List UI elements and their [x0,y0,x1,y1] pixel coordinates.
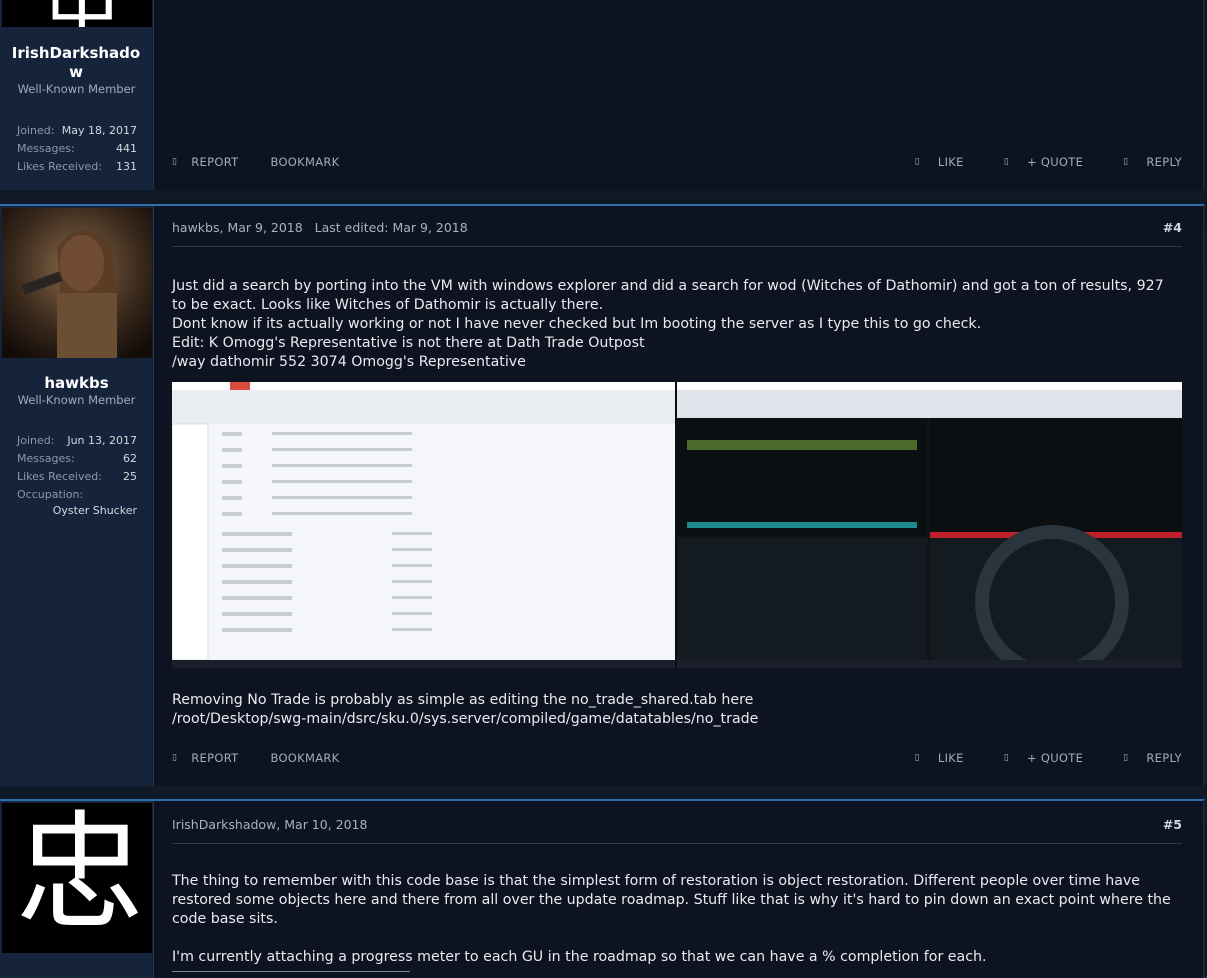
post-meta: IrishDarkshadow, Mar 10, 2018 #5 [172,815,1182,844]
post-5: 忠 IrishDarkshadow, Mar 10, 2018 #5 The t… [0,799,1205,978]
flag-icon: ▯ [172,753,178,763]
avatar-glyph: 忠 [15,803,144,948]
quote-icon: ▯ [1003,157,1009,167]
username[interactable]: IrishDarkshadow [11,44,141,82]
attached-screenshot[interactable] [172,382,1182,668]
stat-row-likes: Likes Received: 25 [17,470,137,483]
occupation-value: Oyster Shucker [52,504,137,517]
avatar[interactable]: 忠 [2,0,152,27]
report-button[interactable]: ▯ REPORT [172,155,253,169]
username[interactable]: hawkbs [0,374,153,393]
post-text-line: Just did a search by porting into the VM… [172,278,1164,313]
user-title: Well-Known Member [17,82,136,96]
avatar-glyph: 忠 [42,0,122,27]
avatar-image [2,208,152,358]
like-button[interactable]: ▯ LIKE [897,751,964,765]
post-content: IrishDarkshadow, Mar 10, 2018 #5 The thi… [172,815,1182,967]
post-content: hawkbs, Mar 9, 2018 Last edited: Mar 9, … [172,218,1182,372]
avatar[interactable] [2,208,152,358]
user-stats: Joined: Jun 13, 2017 Messages: 62 Likes Re… [17,432,137,517]
screenshot-image [172,382,1182,668]
user-info-panel: hawkbs Well-Known Member Joined: Jun 13, … [0,206,154,786]
post-4: hawkbs Well-Known Member Joined: Jun 13, … [0,204,1205,786]
stat-row-likes: Likes Received: 131 [17,160,137,173]
like-button[interactable]: ▯ LIKE [897,155,964,169]
user-title: Well-Known Member [17,393,136,407]
stat-row-joined: Joined: Jun 13, 2017 [17,434,137,447]
post-author-date[interactable]: hawkbs, Mar 9, 2018 Last edited: Mar 9, … [172,220,468,235]
quote-button[interactable]: ▯ + QUOTE [986,751,1083,765]
signature-divider [172,971,410,972]
user-info-panel: 忠 [0,801,154,978]
post-text-line: The thing to remember with this code bas… [172,873,1171,927]
post-body-after-image: Removing No Trade is probably as simple … [172,691,892,729]
post-text-line: I'm currently attaching a progress meter… [172,949,987,965]
post-number-link[interactable]: #4 [1163,218,1182,238]
user-stats: Joined: May 18, 2017 Messages: 441 Likes R… [17,122,137,176]
post-number-link[interactable]: #5 [1163,815,1182,835]
report-button[interactable]: ▯ REPORT [172,751,253,765]
post-text-line: Dont know if its actually working or not… [172,316,982,332]
quote-icon: ▯ [1003,753,1009,763]
reply-icon: ▯ [1123,157,1129,167]
stat-row-messages: Messages: 441 [17,142,137,155]
stat-row-joined: Joined: May 18, 2017 [17,124,137,137]
post-3: 忠 IrishDarkshadow Well-Known Member Join… [0,0,1205,190]
post-meta: hawkbs, Mar 9, 2018 Last edited: Mar 9, … [172,218,1182,247]
post-actions: ▯ REPORT BOOKMARK ▯ LIKE ▯ + QUOTE ▯ REPLY [172,155,1182,173]
post-body: Just did a search by porting into the VM… [172,277,1182,372]
post-text-line: /way dathomir 552 3074 Omogg's Represent… [172,354,526,370]
post-body: The thing to remember with this code bas… [172,872,1182,967]
post-author-date[interactable]: IrishDarkshadow, Mar 10, 2018 [172,817,367,832]
post-text-line: Removing No Trade is probably as simple … [172,692,759,727]
flag-icon: ▯ [172,157,178,167]
reply-button[interactable]: ▯ REPLY [1105,751,1182,765]
reply-button[interactable]: ▯ REPLY [1105,155,1182,169]
bookmark-button[interactable]: BOOKMARK [270,155,339,169]
quote-button[interactable]: ▯ + QUOTE [986,155,1083,169]
user-info-panel: 忠 IrishDarkshadow Well-Known Member Join… [0,0,154,190]
post-text-line: Edit: K Omogg's Representative is not th… [172,335,645,351]
avatar[interactable]: 忠 [2,803,152,953]
thumbs-up-icon: ▯ [914,157,920,167]
stat-row-occupation: Occupation: [17,488,84,501]
bookmark-button[interactable]: BOOKMARK [270,751,339,765]
thumbs-up-icon: ▯ [914,753,920,763]
stat-row-messages: Messages: 62 [17,452,137,465]
reply-icon: ▯ [1123,753,1129,763]
post-actions: ▯ REPORT BOOKMARK ▯ LIKE ▯ + QUOTE ▯ REPLY [172,751,1182,769]
